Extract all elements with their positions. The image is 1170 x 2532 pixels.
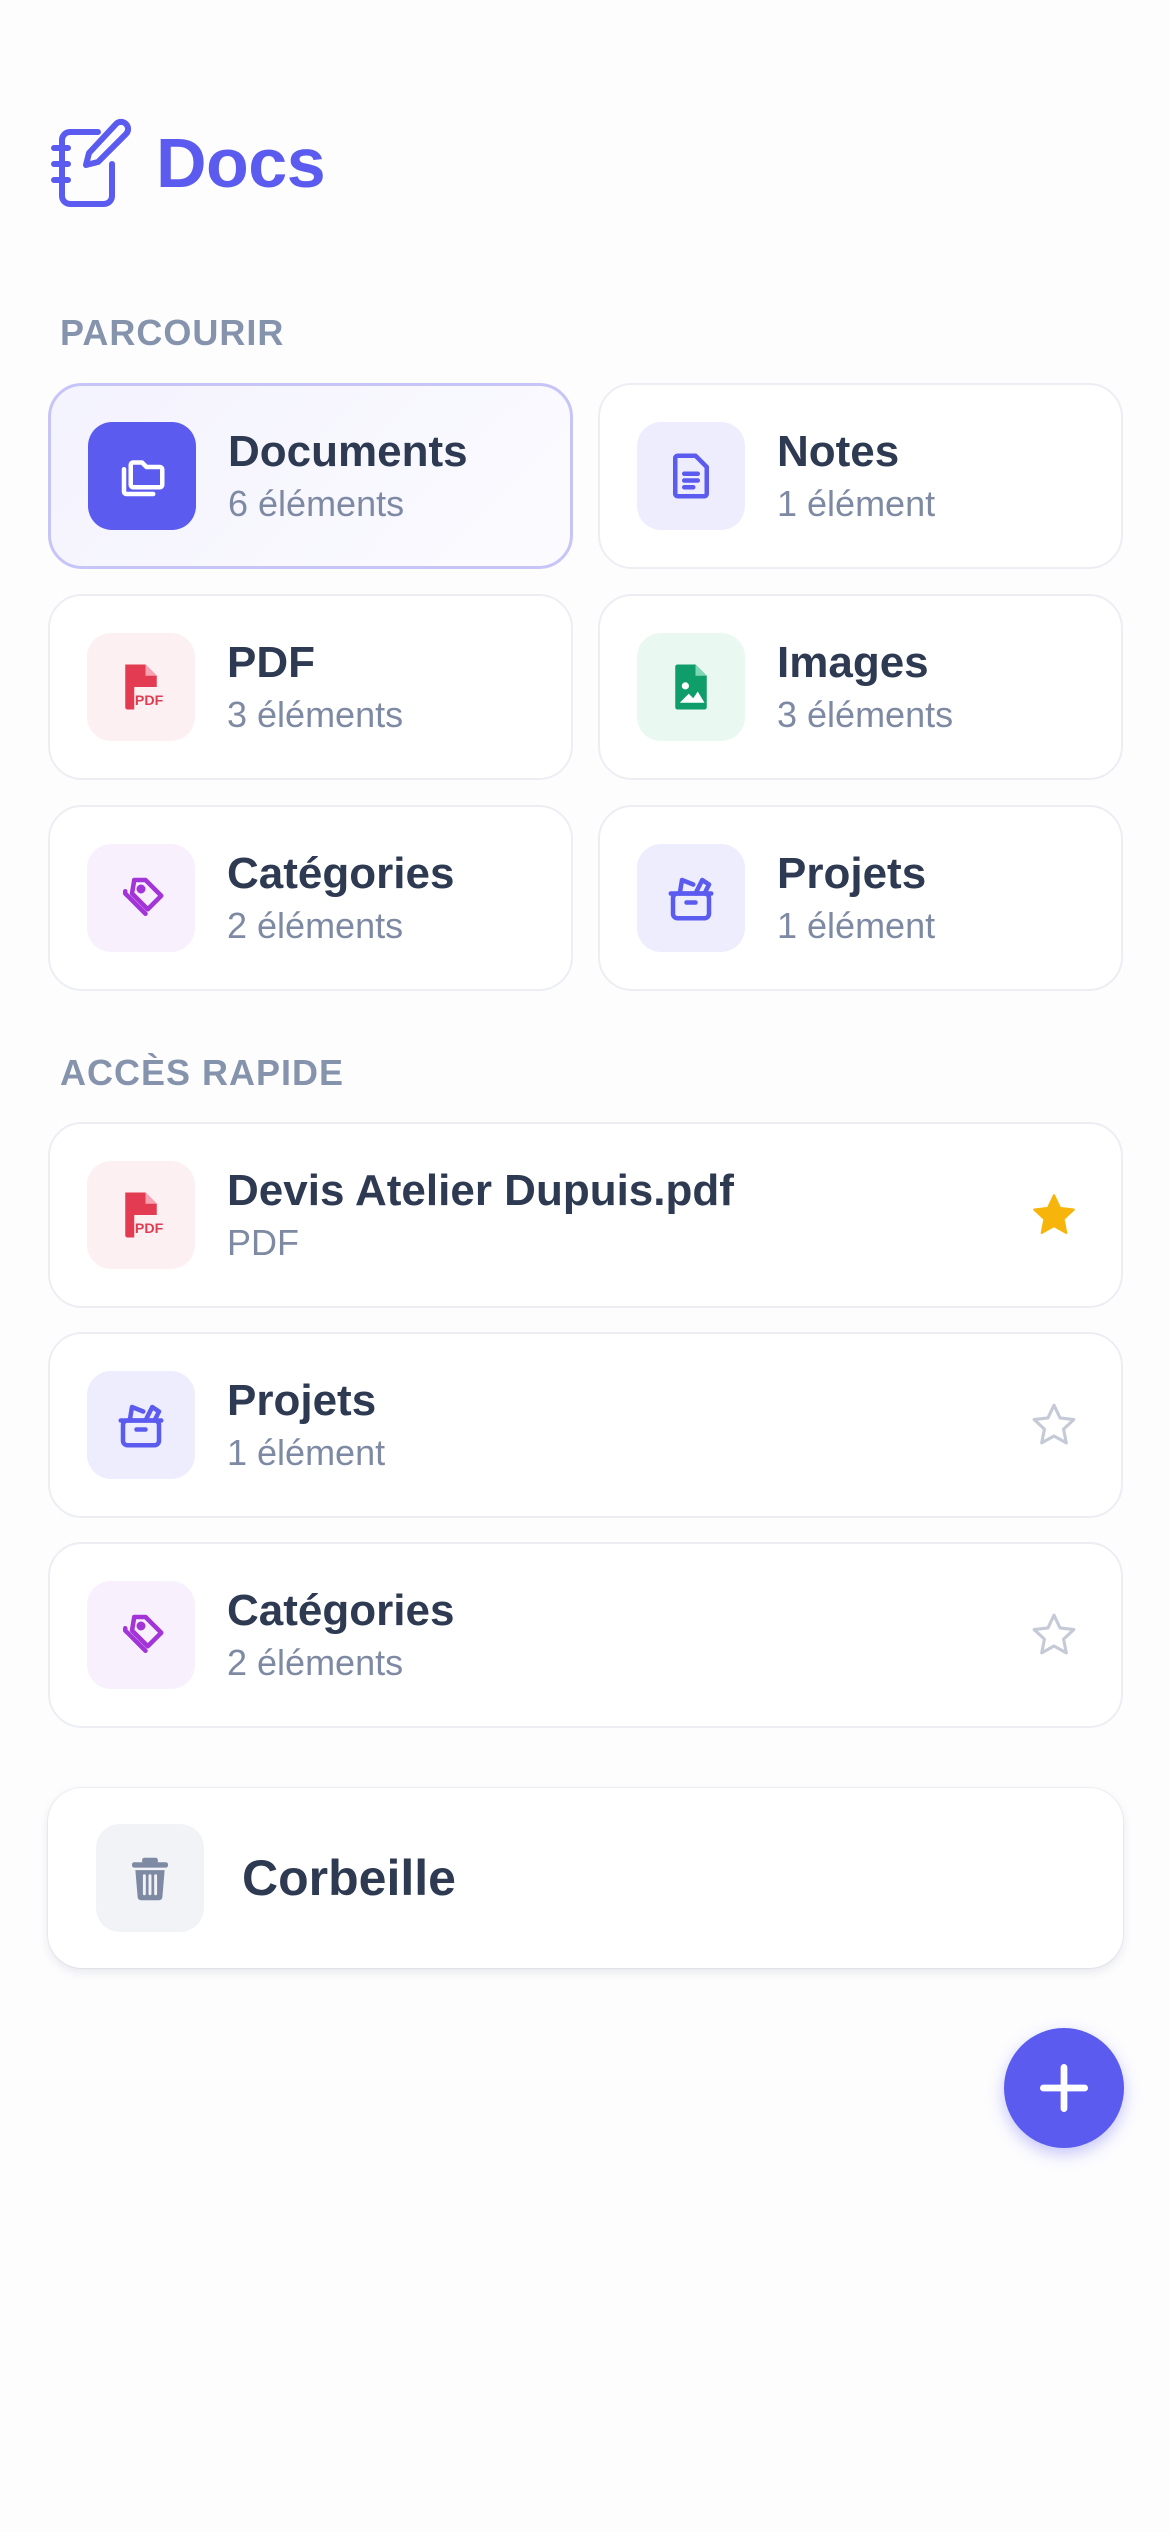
svg-text:PDF: PDF [135,1221,164,1237]
project-box-icon [87,1371,195,1479]
pdf-icon: PDF [87,633,195,741]
browse-item-count: 3 éléments [227,694,404,736]
browse-item-title: Catégories [227,848,455,898]
browse-grid: Documents 6 éléments Notes 1 élément PDF… [48,383,1123,991]
star-outline-icon[interactable] [1029,1400,1079,1450]
add-button[interactable] [1004,2028,1124,2148]
browse-item-title: PDF [227,637,315,687]
app-title: Docs [156,124,326,202]
section-label-browse: PARCOURIR [60,312,285,353]
trash-label: Corbeille [242,1850,456,1906]
browse-item-title: Notes [777,426,900,476]
browse-item-title: Images [777,637,929,687]
docs-home: Docs PARCOURIR Documents 6 éléments Note… [0,0,1170,2532]
browse-item-documents[interactable]: Documents 6 éléments [48,383,573,569]
quick-access-list: PDF Devis Atelier Dupuis.pdf PDF Projets… [48,1122,1123,1752]
browse-item-images[interactable]: Images 3 éléments [598,594,1123,780]
quick-access-item-subtitle: PDF [227,1222,299,1264]
trash-icon [96,1824,204,1932]
pdf-icon: PDF [87,1161,195,1269]
tags-icon [87,1581,195,1689]
trash-button[interactable]: Corbeille [48,1788,1123,1968]
quick-access-item-title: Devis Atelier Dupuis.pdf [227,1165,734,1215]
quick-access-item-subtitle: 1 élément [227,1432,386,1474]
quick-access-item-title: Catégories [227,1585,455,1635]
browse-item-title: Projets [777,848,927,898]
app-header: Docs [48,118,326,208]
project-box-icon [637,844,745,952]
star-outline-icon[interactable] [1029,1610,1079,1660]
quick-access-item-title: Projets [227,1375,377,1425]
svg-text:PDF: PDF [135,693,164,709]
quick-access-item-subtitle: 2 éléments [227,1642,404,1684]
browse-item-count: 1 élément [777,905,936,947]
quick-access-item-categories[interactable]: Catégories 2 éléments [48,1542,1123,1728]
tags-icon [87,844,195,952]
browse-item-projects[interactable]: Projets 1 élément [598,805,1123,991]
note-icon [637,422,745,530]
quick-access-item-devis[interactable]: PDF Devis Atelier Dupuis.pdf PDF [48,1122,1123,1308]
quick-access-item-projects[interactable]: Projets 1 élément [48,1332,1123,1518]
image-file-icon [637,633,745,741]
folders-icon [88,422,196,530]
browse-item-count: 1 élément [777,483,936,525]
browse-item-count: 6 éléments [228,483,405,525]
plus-icon [1039,2063,1089,2113]
browse-item-count: 3 éléments [777,694,954,736]
star-filled-icon[interactable] [1029,1190,1079,1240]
section-label-quick-access: ACCÈS RAPIDE [60,1052,345,1093]
browse-item-count: 2 éléments [227,905,404,947]
browse-item-categories[interactable]: Catégories 2 éléments [48,805,573,991]
notebook-pen-icon [51,118,132,207]
browse-item-notes[interactable]: Notes 1 élément [598,383,1123,569]
browse-item-pdf[interactable]: PDF PDF 3 éléments [48,594,573,780]
browse-item-title: Documents [228,426,468,476]
